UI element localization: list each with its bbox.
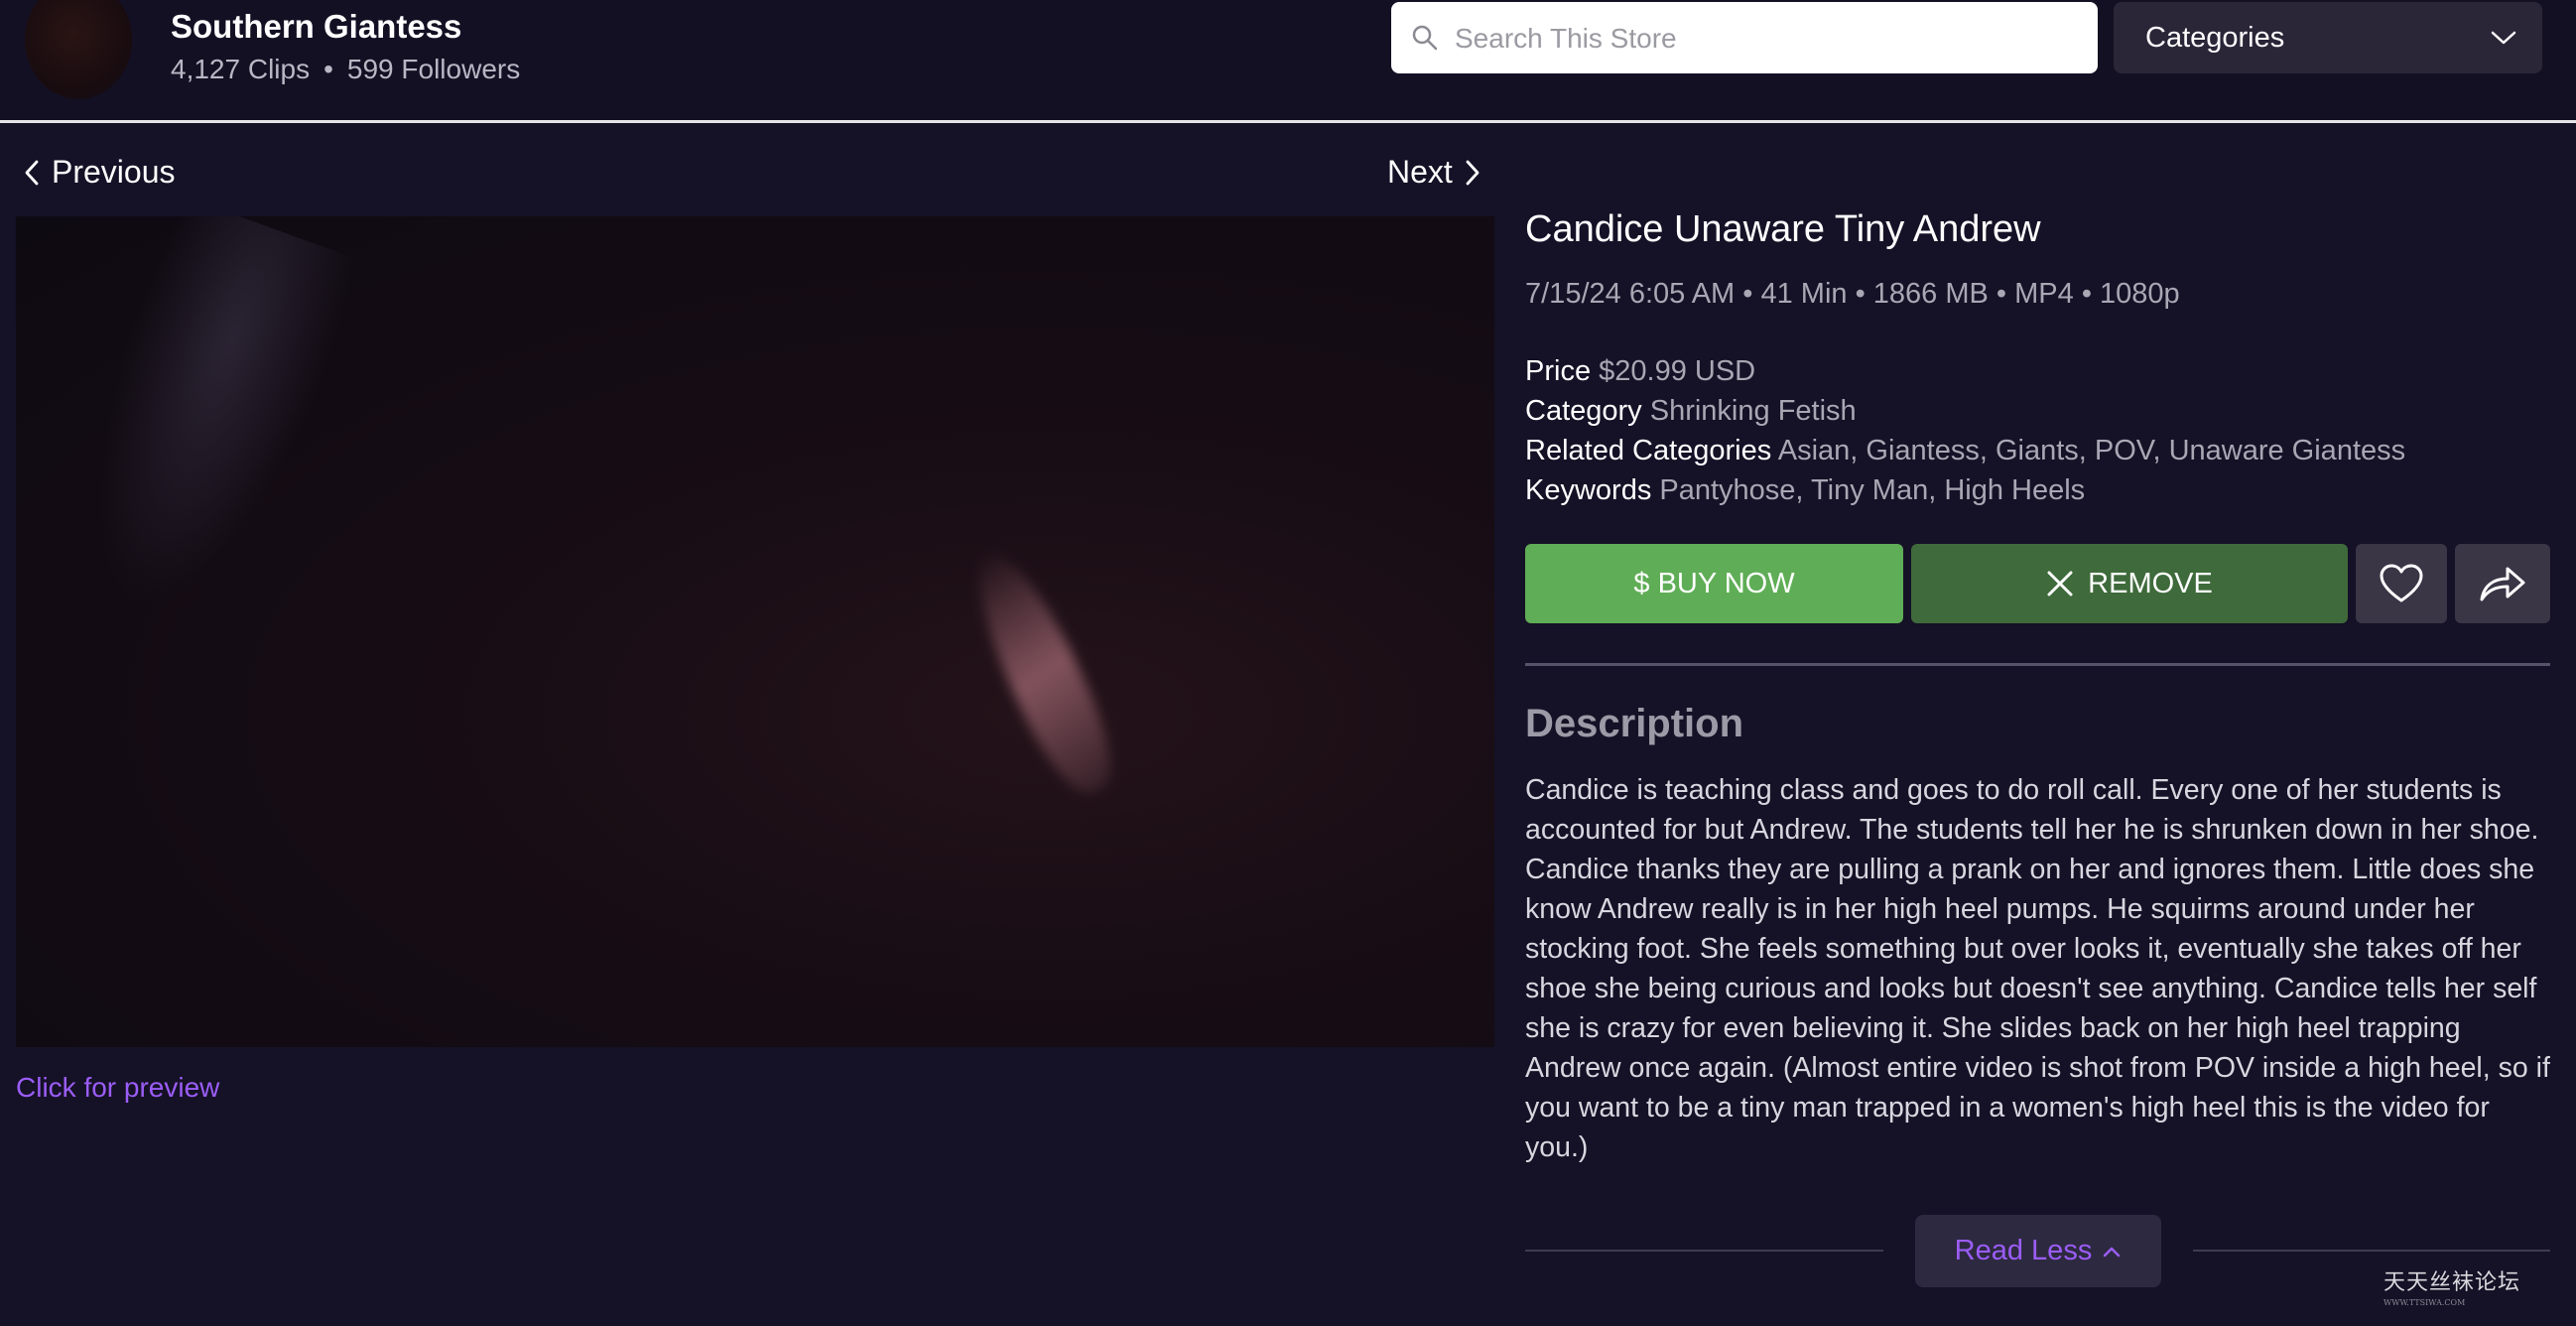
categories-dropdown[interactable]: Categories: [2114, 2, 2542, 73]
previous-link[interactable]: Previous: [24, 154, 176, 191]
search-input[interactable]: [1453, 2, 2082, 75]
category-value[interactable]: Shrinking Fetish: [1650, 395, 1857, 427]
chevron-right-icon: [1466, 160, 1480, 185]
heart-icon: [2380, 564, 2423, 602]
section-divider: [1525, 663, 2550, 666]
chevron-down-icon: [2491, 31, 2516, 45]
clips-count: 4,127 Clips: [171, 54, 311, 84]
store-avatar[interactable]: [25, 0, 132, 99]
price-label: Price: [1525, 355, 1592, 387]
share-icon: [2480, 567, 2525, 601]
video-preview[interactable]: [16, 216, 1494, 1047]
related-categories-value[interactable]: Asian, Giantess, Giants, POV, Unaware Gi…: [1778, 435, 2405, 466]
store-stats: 4,127 Clips • 599 Followers: [171, 54, 520, 85]
category-row: Category Shrinking Fetish: [1525, 395, 1857, 428]
video-frame-highlight: [957, 541, 1129, 805]
remove-button[interactable]: REMOVE: [1911, 544, 2348, 623]
store-name[interactable]: Southern Giantess: [171, 8, 461, 46]
read-less-line-right: [2193, 1250, 2550, 1252]
chevron-left-icon: [25, 160, 39, 185]
search-box[interactable]: [1391, 2, 2098, 75]
read-less-button[interactable]: Read Less: [1915, 1215, 2161, 1287]
remove-label: REMOVE: [2088, 567, 2213, 599]
description-text: Candice is teaching class and goes to do…: [1525, 774, 2550, 1163]
favorite-button[interactable]: [2356, 544, 2447, 623]
search-icon: [1412, 25, 1438, 51]
related-categories-label: Related Categories: [1525, 435, 1772, 466]
category-label: Category: [1525, 395, 1642, 427]
keywords-row: Keywords Pantyhose, Tiny Man, High Heels: [1525, 474, 2085, 507]
buy-now-button[interactable]: $ BUY NOW: [1525, 544, 1903, 623]
watermark-text: 天天丝袜论坛: [2383, 1270, 2521, 1295]
categories-label: Categories: [2145, 22, 2285, 54]
video-frame-haze: [43, 216, 366, 636]
followers-count: 599 Followers: [346, 54, 521, 84]
store-header: Southern Giantess 4,127 Clips • 599 Follow…: [0, 0, 2576, 121]
clip-meta: 7/15/24 6:05 AM • 41 Min • 1866 MB • MP4…: [1525, 278, 2180, 310]
previous-label: Previous: [52, 154, 176, 190]
next-label: Next: [1387, 154, 1453, 190]
watermark-url: WWW.TTSIWA.COM: [2383, 1298, 2466, 1307]
preview-link[interactable]: Click for preview: [16, 1072, 219, 1104]
price-value: $20.99 USD: [1599, 355, 1756, 387]
related-categories-row: Related Categories Asian, Giantess, Gian…: [1525, 435, 2405, 467]
stats-separator: •: [323, 54, 333, 84]
watermark: 天天丝袜论坛 WWW.TTSIWA.COM: [2383, 1264, 2520, 1307]
close-icon: [2047, 571, 2073, 597]
price-row: Price $20.99 USD: [1525, 355, 1755, 388]
read-less-line-left: [1525, 1250, 1883, 1252]
header-divider: [0, 120, 2576, 123]
keywords-label: Keywords: [1525, 474, 1652, 506]
chevron-up-icon: [2104, 1247, 2121, 1257]
share-button[interactable]: [2455, 544, 2550, 623]
description-heading: Description: [1525, 702, 1744, 745]
keywords-value[interactable]: Pantyhose, Tiny Man, High Heels: [1659, 474, 2085, 506]
next-link[interactable]: Next: [1387, 154, 1481, 191]
read-less-label: Read Less: [1954, 1235, 2093, 1266]
clip-title: Candice Unaware Tiny Andrew: [1525, 208, 2041, 250]
